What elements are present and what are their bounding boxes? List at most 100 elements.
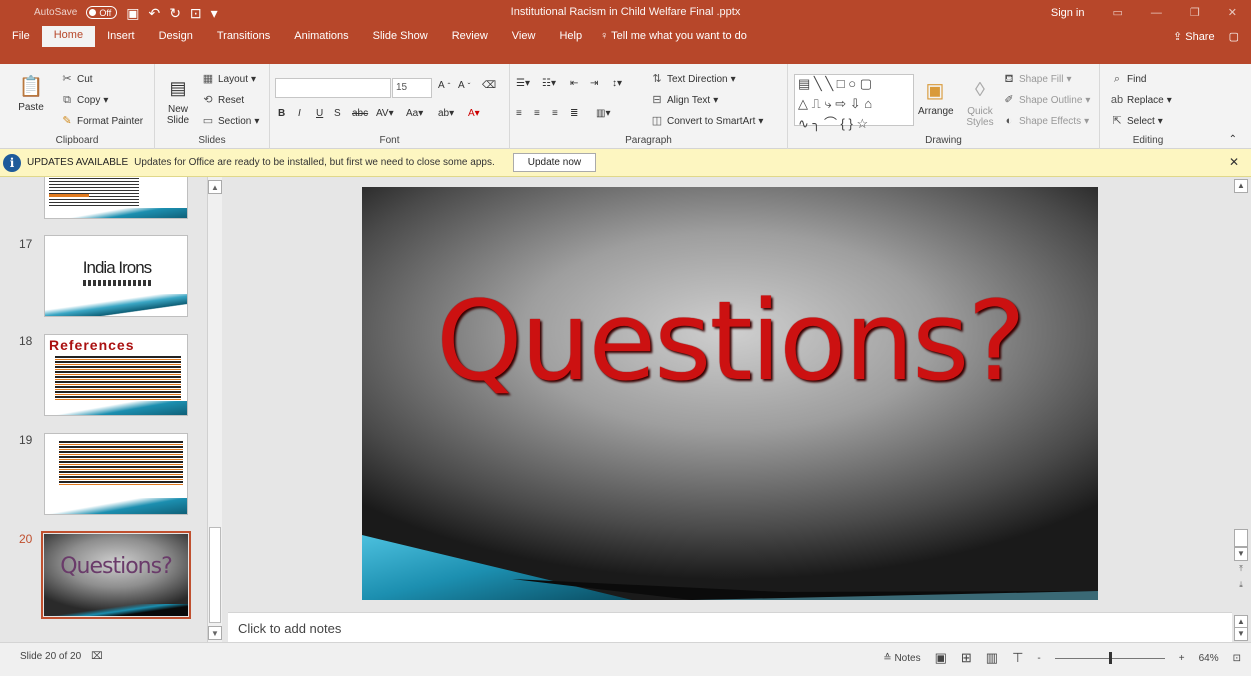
select-button[interactable]: ⇱ Select ▾ <box>1110 114 1162 128</box>
text-direction-button[interactable]: ⇅ Text Direction ▾ <box>650 72 735 86</box>
shadow-icon[interactable]: S <box>334 108 341 119</box>
save-icon[interactable]: ▣ <box>126 6 139 20</box>
scroll-up-icon[interactable]: ▲ <box>1234 179 1248 193</box>
start-from-beginning-icon[interactable]: ⊡ <box>190 6 202 20</box>
maximize-icon[interactable]: ❐ <box>1176 6 1214 19</box>
redo-icon[interactable]: ↻ <box>169 6 181 20</box>
scroll-thumb[interactable] <box>1234 529 1248 547</box>
new-slide-button[interactable]: ▤ New Slide <box>161 74 195 127</box>
justify-icon[interactable]: ≣ <box>570 108 578 119</box>
paste-button[interactable]: 📋 Paste <box>14 72 48 114</box>
zoom-out-button[interactable]: - <box>1037 653 1040 664</box>
thumbnail-16[interactable] <box>44 177 188 219</box>
spell-check-icon[interactable]: ⌧ <box>91 651 103 662</box>
quick-styles-button[interactable]: ◊ Quick Styles <box>960 76 1000 129</box>
align-text-button[interactable]: ⊟ Align Text ▾ <box>650 93 718 107</box>
line-spacing-icon[interactable]: ↕▾ <box>612 78 622 89</box>
slide-sorter-icon[interactable]: ⊞ <box>961 650 972 666</box>
thumbnail-18[interactable]: References <box>44 334 188 416</box>
layout-button[interactable]: ▦ Layout ▾ <box>201 72 256 86</box>
cut-button[interactable]: ✂ Cut <box>60 72 92 86</box>
customize-toolbar-icon[interactable]: ▾ <box>211 6 218 20</box>
format-painter-button[interactable]: ✎ Format Painter <box>60 114 143 128</box>
zoom-level[interactable]: 64% <box>1199 653 1219 664</box>
reset-button[interactable]: ⟲ Reset <box>201 93 244 107</box>
scroll-thumb[interactable] <box>209 527 221 623</box>
scroll-down-icon[interactable]: ▼ <box>208 626 222 640</box>
font-color-icon[interactable]: A▾ <box>468 108 480 119</box>
convert-smartart-button[interactable]: ◫ Convert to SmartArt ▾ <box>650 114 764 128</box>
thumbnail-19[interactable] <box>44 433 188 515</box>
change-case-icon[interactable]: Aa▾ <box>406 108 423 119</box>
tell-me-search[interactable]: ♀ Tell me what you want to do <box>594 27 753 47</box>
align-left-icon[interactable]: ≡ <box>516 108 522 119</box>
tab-review[interactable]: Review <box>440 27 500 47</box>
tab-file[interactable]: File <box>0 27 42 47</box>
tab-insert[interactable]: Insert <box>95 27 147 47</box>
scroll-up-icon[interactable]: ▲ <box>208 180 222 194</box>
tab-help[interactable]: Help <box>547 27 594 47</box>
strikethrough-icon[interactable]: abc <box>352 108 368 119</box>
thumbnail-17[interactable]: India Irons <box>44 235 188 317</box>
previous-slide-icon[interactable]: ⤒ <box>1234 563 1248 577</box>
font-name-input[interactable] <box>275 78 391 98</box>
scroll-down-icon[interactable]: ▼ <box>1234 547 1248 561</box>
clear-formatting-icon[interactable]: ⌫ <box>482 80 496 91</box>
next-slide-icon[interactable]: ⤓ <box>1234 579 1248 593</box>
notes-scroll-down-icon[interactable]: ▼ <box>1234 627 1248 641</box>
tab-design[interactable]: Design <box>147 27 205 47</box>
increase-indent-icon[interactable]: ⇥ <box>590 78 598 89</box>
notes-pane[interactable]: Click to add notes <box>228 612 1232 642</box>
decrease-indent-icon[interactable]: ⇤ <box>570 78 578 89</box>
current-slide[interactable]: Questions? <box>362 187 1098 600</box>
ribbon-display-options-icon[interactable]: ▭ <box>1099 6 1137 19</box>
find-button[interactable]: ⌕ Find <box>1110 72 1147 86</box>
columns-icon[interactable]: ▥▾ <box>596 108 610 119</box>
collapse-ribbon-icon[interactable]: ⌃ <box>1229 134 1237 145</box>
notes-button[interactable]: ≙ Notes <box>883 653 920 664</box>
grow-font-icon[interactable]: Aˆ <box>438 80 450 91</box>
share-button[interactable]: ⇪ Share <box>1173 30 1215 43</box>
zoom-in-button[interactable]: + <box>1179 653 1185 664</box>
align-center-icon[interactable]: ≡ <box>534 108 540 119</box>
shrink-font-icon[interactable]: Aˇ <box>458 80 470 91</box>
numbering-icon[interactable]: ☷▾ <box>542 78 556 89</box>
thumbnail-scrollbar[interactable]: ▲ ▼ <box>207 177 222 642</box>
undo-icon[interactable]: ↶ <box>148 6 160 20</box>
bullets-icon[interactable]: ☰▾ <box>516 78 530 89</box>
slide-scrollbar[interactable]: ▲ ▼ ⤒ ⤓ ▲ ▼ <box>1232 177 1251 642</box>
update-now-button[interactable]: Update now <box>512 153 597 172</box>
sign-in-link[interactable]: Sign in <box>1037 7 1099 19</box>
zoom-slider-thumb[interactable] <box>1108 651 1112 664</box>
copy-button[interactable]: ⧉ Copy ▾ <box>60 93 108 107</box>
tab-slide-show[interactable]: Slide Show <box>361 27 440 47</box>
shape-fill-button[interactable]: ⛾ Shape Fill ▾ <box>1002 72 1072 86</box>
align-right-icon[interactable]: ≡ <box>552 108 558 119</box>
normal-view-icon[interactable]: ▣ <box>935 650 947 666</box>
autosave-toggle[interactable]: Off <box>86 6 118 19</box>
section-button[interactable]: ▭ Section ▾ <box>201 114 260 128</box>
minimize-icon[interactable]: — <box>1137 7 1176 19</box>
shape-outline-button[interactable]: ✐ Shape Outline ▾ <box>1002 93 1090 107</box>
replace-button[interactable]: ab Replace ▾ <box>1110 93 1172 107</box>
slide-show-icon[interactable]: ⊤ <box>1012 650 1023 666</box>
highlight-icon[interactable]: ab▾ <box>438 108 454 119</box>
bold-icon[interactable]: B <box>278 108 285 119</box>
close-notification-icon[interactable]: ✕ <box>1229 155 1239 169</box>
font-size-input[interactable]: 15 <box>392 78 432 98</box>
tab-home[interactable]: Home <box>41 26 96 47</box>
italic-icon[interactable]: I <box>298 108 301 119</box>
shapes-gallery[interactable]: ▤ ╲ ╲ □ ○ ▢ △ ⎍ ⤷ ⇨ ⇩ ⌂ ∿ ╮ ⌒ { } ☆ <box>794 74 914 131</box>
comments-icon[interactable]: ▢ <box>1229 30 1239 43</box>
underline-icon[interactable]: U <box>316 108 323 119</box>
fit-slide-icon[interactable]: ⊡ <box>1233 653 1241 664</box>
character-spacing-icon[interactable]: AV▾ <box>376 108 394 119</box>
zoom-slider[interactable] <box>1054 651 1165 664</box>
shape-effects-button[interactable]: ◐ Shape Effects ▾ <box>1002 114 1089 128</box>
reading-view-icon[interactable]: ▥ <box>986 650 998 666</box>
close-icon[interactable]: ✕ <box>1214 6 1251 19</box>
tab-animations[interactable]: Animations <box>282 27 360 47</box>
tab-transitions[interactable]: Transitions <box>205 27 282 47</box>
tab-view[interactable]: View <box>500 27 548 47</box>
thumbnail-20[interactable]: Questions? <box>41 531 191 619</box>
